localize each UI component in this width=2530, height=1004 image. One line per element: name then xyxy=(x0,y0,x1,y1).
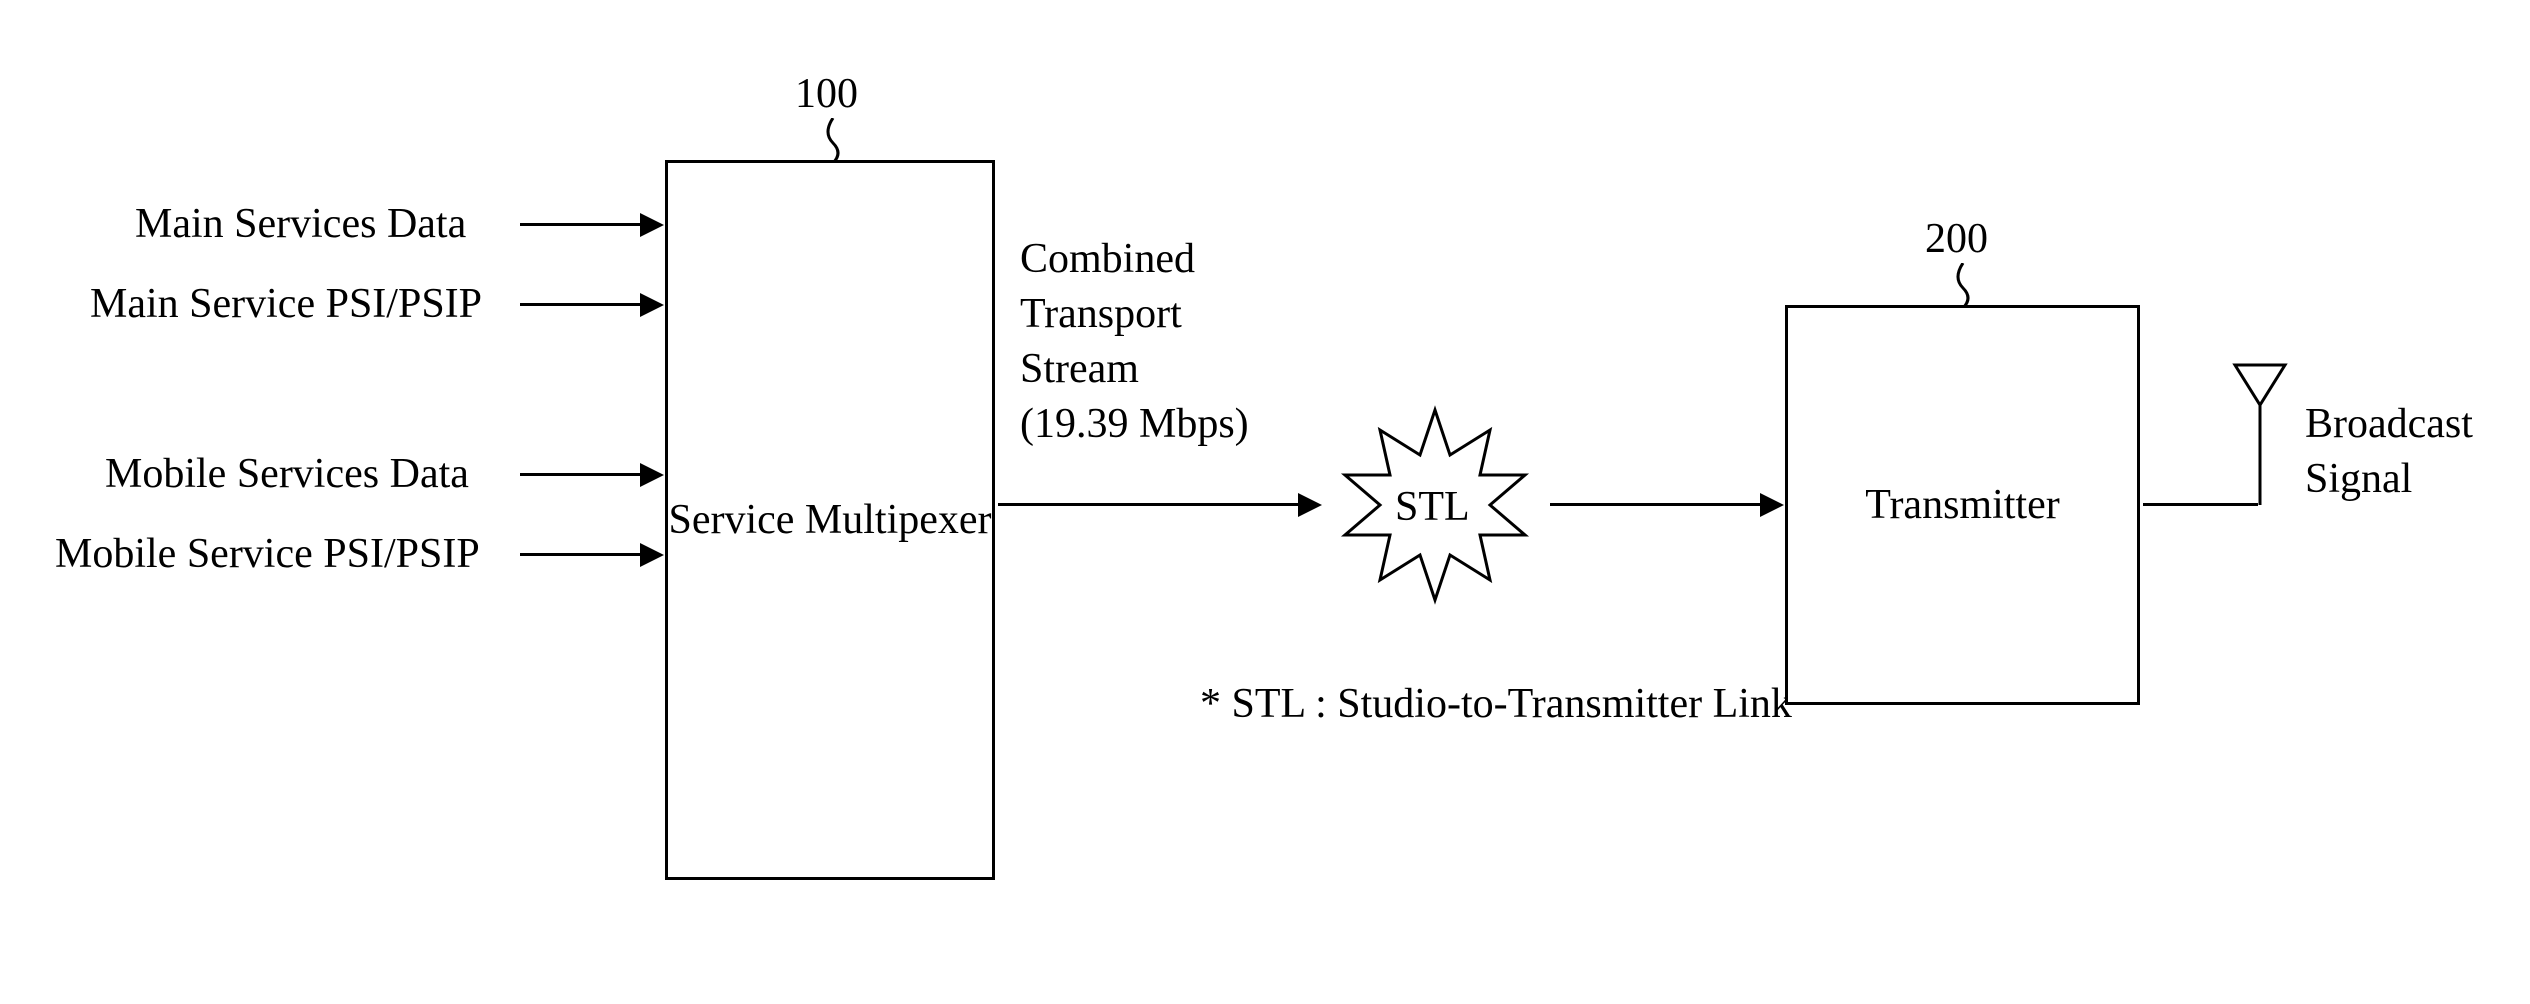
transmitter-label: Transmitter xyxy=(1865,481,2059,529)
antenna-icon xyxy=(2230,360,2290,510)
arrow-mobile-psi xyxy=(520,553,640,556)
arrow-mux-to-stl xyxy=(998,503,1298,506)
stl-label: STL xyxy=(1395,483,1470,531)
transmitter-block: Transmitter xyxy=(1785,305,2140,705)
transmitter-ref: 200 xyxy=(1925,215,1988,263)
arrow-head-mux-to-stl xyxy=(1298,493,1322,517)
mux-output-line1: Combined xyxy=(1020,235,1195,283)
input-main-psi-label: Main Service PSI/PSIP xyxy=(90,280,482,328)
input-mobile-data-label: Mobile Services Data xyxy=(105,450,469,498)
arrow-head-main-data xyxy=(640,213,664,237)
mux-output-line4: (19.39 Mbps) xyxy=(1020,400,1249,448)
arrow-mobile-data xyxy=(520,473,640,476)
multiplexer-ref: 100 xyxy=(795,70,858,118)
arrow-head-mobile-data xyxy=(640,463,664,487)
mux-output-line2: Transport xyxy=(1020,290,1182,338)
stl-footnote: * STL : Studio-to-Transmitter Link xyxy=(1200,680,1792,728)
ref-curl-100 xyxy=(818,118,848,163)
mux-output-line3: Stream xyxy=(1020,345,1139,393)
output-line1: Broadcast xyxy=(2305,400,2473,448)
output-line2: Signal xyxy=(2305,455,2412,503)
arrow-main-psi xyxy=(520,303,640,306)
arrow-main-data xyxy=(520,223,640,226)
arrow-head-mobile-psi xyxy=(640,543,664,567)
input-main-data-label: Main Services Data xyxy=(135,200,466,248)
diagram-stage: Main Services Data Main Service PSI/PSIP… xyxy=(0,0,2530,1004)
ref-curl-200 xyxy=(1948,263,1978,308)
arrow-head-main-psi xyxy=(640,293,664,317)
service-multiplexer-label: Service Multipexer xyxy=(668,496,991,544)
service-multiplexer-block: Service Multipexer xyxy=(665,160,995,880)
arrow-stl-to-tx xyxy=(1550,503,1760,506)
arrow-head-stl-to-tx xyxy=(1760,493,1784,517)
input-mobile-psi-label: Mobile Service PSI/PSIP xyxy=(55,530,480,578)
